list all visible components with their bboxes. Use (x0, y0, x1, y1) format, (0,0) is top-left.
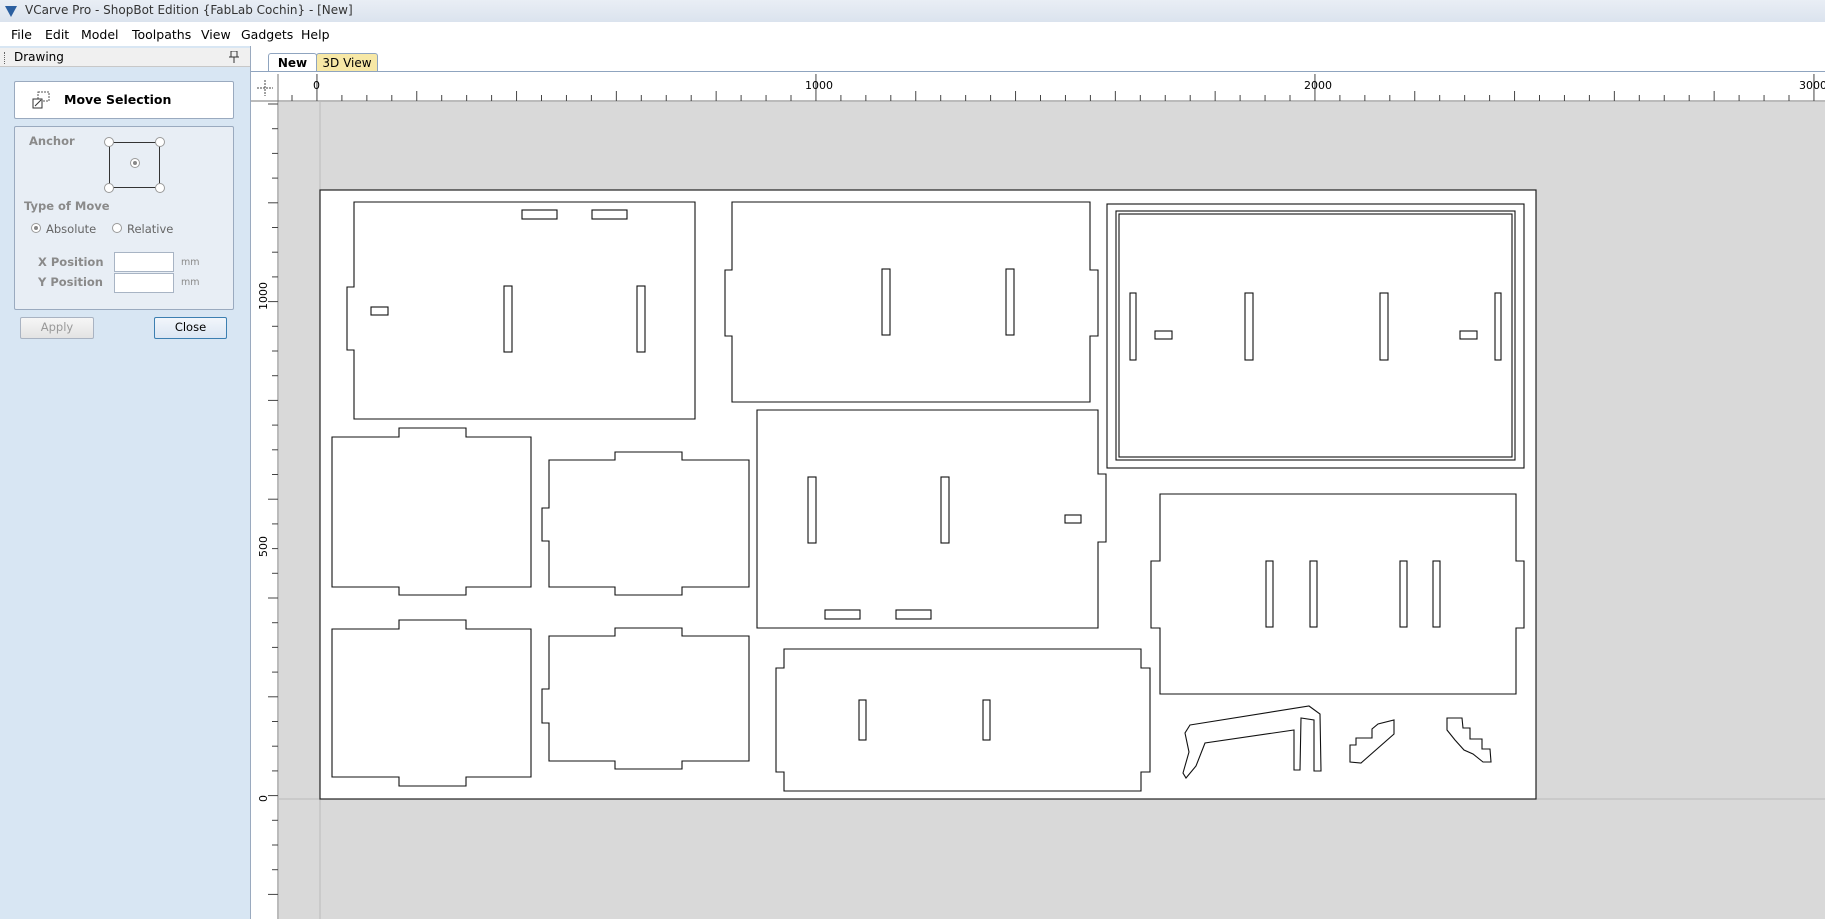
anchor-bottom-left[interactable] (104, 183, 114, 193)
move-selection-header: Move Selection (14, 81, 234, 119)
ruler-label-v1000: 1000 (257, 282, 270, 310)
y-unit-label: mm (181, 277, 200, 288)
move-selection-icon (32, 91, 50, 109)
anchor-top-right[interactable] (155, 137, 165, 147)
menu-toolpaths[interactable]: Toolpaths (132, 27, 191, 42)
move-options: Anchor Type of Move Absolute Relative X … (14, 126, 234, 310)
drawing-workspace: New 3D View 0 1000 2000 3000 1000 500 0 (251, 46, 1825, 919)
title-bar: VCarve Pro - ShopBot Edition {FabLab Coc… (0, 0, 1825, 23)
panel-header: Drawing (0, 48, 250, 67)
menu-file[interactable]: File (11, 27, 32, 42)
drawing-canvas[interactable]: 0 1000 2000 3000 1000 500 0 (251, 74, 1825, 919)
x-unit-label: mm (181, 257, 200, 268)
ruler-label-0: 0 (313, 79, 320, 92)
drawing-panel: Drawing Move Selection Anchor Type of Mo… (0, 46, 251, 919)
pin-icon[interactable] (229, 51, 239, 63)
absolute-label: Absolute (46, 222, 97, 236)
menu-view[interactable]: View (201, 27, 231, 42)
menu-bar: File Edit Model Toolpaths View Gadgets H… (0, 22, 1825, 46)
y-position-label: Y Position (38, 275, 103, 289)
relative-radio[interactable] (112, 223, 122, 233)
panel-title: Drawing (14, 50, 64, 64)
x-position-label: X Position (38, 255, 104, 269)
x-position-field[interactable] (114, 252, 174, 272)
menu-gadgets[interactable]: Gadgets (241, 27, 293, 42)
tab-new[interactable]: New (268, 53, 317, 72)
menu-help[interactable]: Help (301, 27, 330, 42)
ruler-label-v500: 500 (257, 536, 270, 557)
close-button[interactable]: Close (154, 317, 227, 339)
tab-divider (251, 71, 1825, 72)
anchor-bottom-right[interactable] (155, 183, 165, 193)
window-title: VCarve Pro - ShopBot Edition {FabLab Coc… (25, 3, 353, 17)
ruler-label-3000: 3000 (1799, 79, 1825, 92)
apply-button[interactable]: Apply (20, 317, 94, 339)
panel-grip[interactable] (4, 52, 8, 64)
tab-3d-view[interactable]: 3D View (316, 53, 378, 72)
anchor-label: Anchor (29, 134, 75, 148)
absolute-radio[interactable] (31, 223, 41, 233)
app-logo-icon (5, 6, 17, 17)
ruler-label-1000: 1000 (805, 79, 833, 92)
relative-label: Relative (127, 222, 174, 236)
y-position-field[interactable] (114, 273, 174, 293)
ruler-label-2000: 2000 (1304, 79, 1332, 92)
anchor-top-left[interactable] (104, 137, 114, 147)
tool-title: Move Selection (64, 92, 172, 107)
menu-model[interactable]: Model (81, 27, 119, 42)
menu-edit[interactable]: Edit (45, 27, 69, 42)
ruler-label-v0: 0 (257, 795, 270, 802)
type-of-move-label: Type of Move (24, 199, 110, 213)
anchor-center[interactable] (130, 158, 140, 168)
